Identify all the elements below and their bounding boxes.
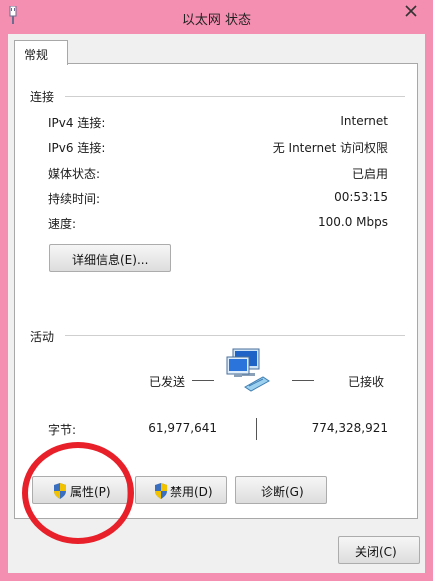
close-button-label: 关闭(C) — [355, 545, 397, 559]
details-button[interactable]: 详细信息(E)... — [49, 244, 171, 272]
tab-label: 常规 — [24, 48, 49, 62]
properties-button-label: 属性(P) — [70, 485, 111, 499]
section-divider — [65, 96, 405, 97]
title-bar[interactable]: 以太网 状态 — [0, 0, 433, 34]
close-button[interactable]: 关闭(C) — [338, 536, 420, 564]
speed-label: 速度: — [48, 217, 77, 231]
diagnose-button-label: 诊断(G) — [261, 485, 304, 499]
properties-button[interactable]: 属性(P) — [32, 476, 128, 504]
section-activity-label: 活动 — [30, 330, 55, 344]
duration-value: 00:53:15 — [334, 190, 388, 204]
ipv6-value: 无 Internet 访问权限 — [272, 141, 388, 155]
disable-button-label: 禁用(D) — [170, 485, 213, 499]
sent-dash — [192, 380, 214, 381]
uac-shield-icon — [155, 483, 167, 499]
close-icon — [405, 5, 417, 17]
diagnose-button[interactable]: 诊断(G) — [235, 476, 327, 504]
speed-value: 100.0 Mbps — [317, 215, 388, 229]
tab-panel: 连接 IPv4 连接: Internet IPv6 连接: 无 Internet… — [14, 63, 418, 519]
sent-label: 已发送 — [149, 375, 186, 389]
media-state-value: 已启用 — [351, 167, 388, 181]
ipv4-value: Internet — [340, 114, 388, 128]
disable-button[interactable]: 禁用(D) — [135, 476, 227, 504]
close-window-button[interactable] — [391, 0, 431, 22]
dialog-client: 常规 连接 IPv4 连接: Internet IPv6 连接: 无 Inter… — [8, 34, 425, 573]
network-computers-icon — [226, 348, 270, 392]
details-button-label: 详细信息(E)... — [72, 253, 149, 267]
uac-shield-icon — [54, 483, 66, 499]
bytes-divider — [256, 418, 257, 440]
window-title: 以太网 状态 — [181, 13, 252, 28]
section-divider — [65, 335, 405, 336]
section-connection-label: 连接 — [30, 90, 55, 104]
bytes-label: 字节: — [48, 423, 77, 437]
bytes-sent-value: 61,977,641 — [148, 421, 217, 435]
media-state-label: 媒体状态: — [48, 167, 101, 181]
ipv4-label: IPv4 连接: — [48, 116, 106, 130]
bytes-received-value: 774,328,921 — [311, 421, 388, 435]
tab-general[interactable]: 常规 — [14, 40, 68, 65]
duration-label: 持续时间: — [48, 192, 101, 206]
received-label: 已接收 — [348, 375, 385, 389]
received-dash — [292, 380, 314, 381]
ipv6-label: IPv6 连接: — [48, 141, 106, 155]
